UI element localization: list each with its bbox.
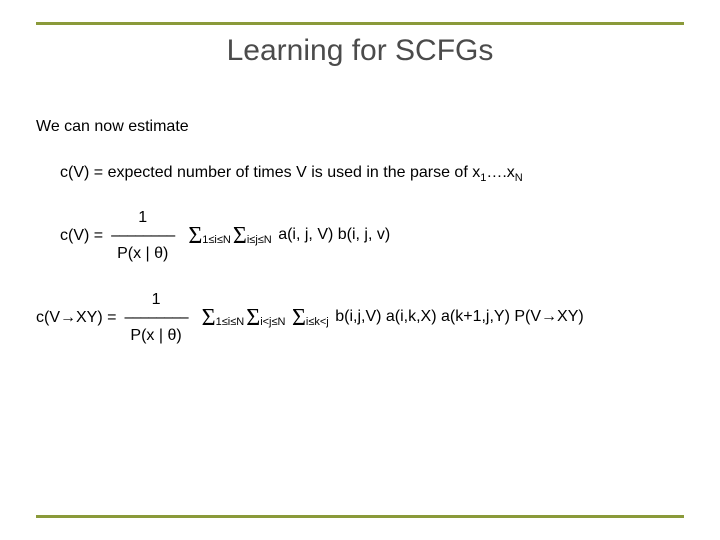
eq1-fraction: 1 –––––––– P(x | θ)	[111, 210, 174, 262]
def-mid: ….x	[486, 164, 514, 181]
top-divider	[36, 22, 684, 25]
eq1-lhs: c(V) =	[60, 227, 103, 245]
sigma-icon: Σ	[246, 305, 260, 331]
eq2-numerator: 1	[152, 292, 161, 310]
def-prefix: c(V) = expected number of times V is use…	[60, 164, 480, 181]
equation-cvxy: c(V→XY) = 1 –––––––– P(x | θ) Σ1≤i≤NΣi<j…	[36, 292, 684, 344]
eq1-denominator: P(x | θ)	[117, 244, 168, 262]
slide-body: We can now estimate c(V) = expected numb…	[36, 118, 684, 374]
slide: Learning for SCFGs We can now estimate c…	[0, 0, 720, 540]
eq2-sum2-sub: i<j≤N	[260, 316, 285, 328]
eq2-sum3-sub: i≤k<j	[306, 316, 329, 328]
eq1-numerator: 1	[138, 210, 147, 228]
bottom-divider	[36, 515, 684, 518]
definition-line: c(V) = expected number of times V is use…	[60, 164, 684, 184]
equation-cv: c(V) = 1 –––––––– P(x | θ) Σ1≤i≤NΣi≤j≤N …	[60, 210, 684, 262]
eq2-fracline: ––––––––	[124, 310, 187, 326]
eq2-fraction: 1 –––––––– P(x | θ)	[124, 292, 187, 344]
sigma-icon: Σ	[202, 305, 216, 331]
def-sub2: N	[515, 172, 523, 184]
eq2-sums: Σ1≤i≤NΣi<j≤N Σi≤k<j b(i,j,V) a(i,k,X) a(…	[202, 305, 584, 332]
eq1-rhs: a(i, j, V) b(i, j, v)	[274, 226, 390, 243]
eq2-denominator: P(x | θ)	[130, 326, 181, 344]
eq1-sums: Σ1≤i≤NΣi≤j≤N a(i, j, V) b(i, j, v)	[188, 223, 390, 250]
sigma-icon: Σ	[292, 305, 306, 331]
eq1-sum1-sub: 1≤i≤N	[202, 234, 231, 246]
eq2-rhs: b(i,j,V) a(i,k,X) a(k+1,j,Y) P(V→XY)	[331, 308, 584, 325]
eq2-lhs: c(V→XY) =	[36, 309, 116, 327]
lead-text: We can now estimate	[36, 118, 684, 136]
sigma-icon: Σ	[188, 223, 202, 249]
sigma-icon: Σ	[233, 223, 247, 249]
eq2-sum1-sub: 1≤i≤N	[216, 316, 245, 328]
slide-title: Learning for SCFGs	[0, 34, 720, 68]
eq1-sum2-sub: i≤j≤N	[247, 234, 272, 246]
eq1-fracline: ––––––––	[111, 228, 174, 244]
